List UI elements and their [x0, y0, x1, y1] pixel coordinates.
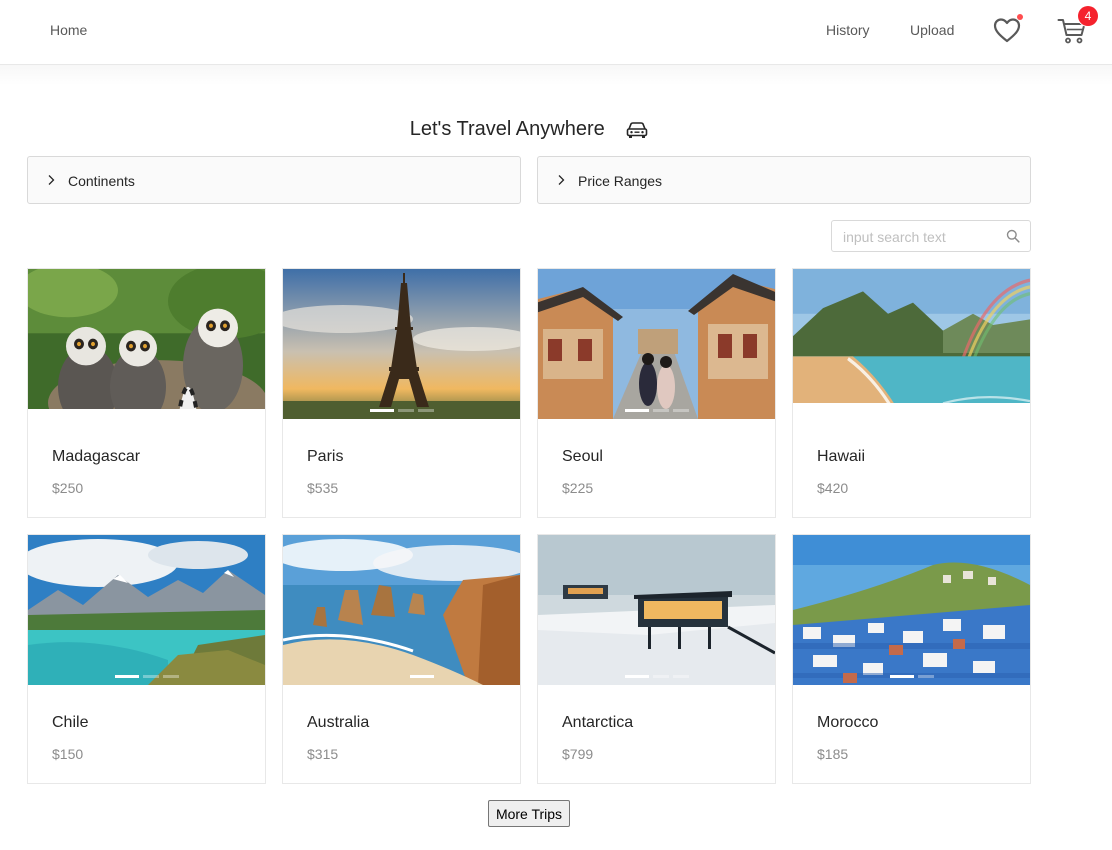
price-ranges-filter-label: Price Ranges [578, 173, 663, 189]
carousel-dot[interactable] [889, 675, 914, 678]
lemurs-image [28, 269, 265, 409]
trip-photo [538, 535, 775, 685]
cart-count-badge: 4 [1078, 6, 1098, 26]
top-navbar: Home History Upload 4 [0, 0, 1112, 65]
trip-name: Chile [52, 714, 89, 731]
carousel-dot[interactable] [672, 409, 689, 412]
trip-photo [538, 269, 775, 419]
carousel-dot[interactable] [652, 675, 669, 678]
trip-card-paris[interactable]: Paris $535 [282, 268, 521, 518]
continents-filter-panel[interactable]: Continents [27, 156, 521, 204]
carousel-dot[interactable] [917, 675, 934, 678]
carousel-dots [28, 675, 265, 679]
more-trips-button[interactable]: More Trips [488, 800, 570, 827]
chefchaouen-image [793, 535, 1030, 685]
nav-shadow [0, 65, 1112, 85]
carousel-dots [283, 409, 520, 413]
trip-name: Morocco [817, 714, 879, 731]
carousel-dots [538, 675, 775, 679]
search-input[interactable] [843, 227, 1003, 247]
trip-price: $225 [562, 480, 594, 496]
trip-card-chile[interactable]: Chile $150 [27, 534, 266, 784]
page-title: Let's Travel Anywhere [0, 118, 1058, 141]
carousel-dot[interactable] [652, 409, 669, 412]
nav-history-link[interactable]: History [826, 22, 870, 38]
carousel-dots [538, 409, 775, 413]
trip-card-seoul[interactable]: Seoul $225 [537, 268, 776, 518]
trip-name: Paris [307, 448, 344, 465]
trip-name: Seoul [562, 448, 603, 465]
trip-photo [28, 269, 265, 409]
carousel-dot[interactable] [624, 409, 649, 412]
page-title-text: Let's Travel Anywhere [409, 118, 605, 141]
carousel-dot[interactable] [162, 675, 179, 678]
trip-price: $420 [817, 480, 849, 496]
trip-card-morocco[interactable]: Morocco $185 [792, 534, 1031, 784]
carousel-dot[interactable] [410, 675, 434, 678]
trip-name: Hawaii [817, 448, 866, 465]
trip-price: $250 [52, 480, 84, 496]
carousel-dots [283, 675, 520, 679]
eiffel-tower-image [283, 269, 520, 419]
trip-price: $150 [52, 746, 84, 762]
beach-rainbow-image [793, 269, 1030, 403]
carousel-dot[interactable] [624, 675, 649, 678]
carousel-dot[interactable] [397, 409, 414, 412]
trip-photo [793, 269, 1030, 403]
trip-card-madagascar[interactable]: Madagascar $250 [27, 268, 266, 518]
chevron-right-icon [558, 175, 565, 185]
trip-photo [793, 535, 1030, 685]
carousel-dots [793, 675, 1030, 679]
trip-card-antarctica[interactable]: Antarctica $799 [537, 534, 776, 784]
trip-name: Australia [307, 714, 370, 731]
heart-icon[interactable] [993, 17, 1021, 43]
trip-price: $315 [307, 746, 339, 762]
antarctic-station-image [538, 535, 775, 685]
trip-price: $799 [562, 746, 594, 762]
carousel-dot[interactable] [369, 409, 394, 412]
price-ranges-filter-panel[interactable]: Price Ranges [537, 156, 1031, 204]
trip-price: $185 [817, 746, 849, 762]
trip-price: $535 [307, 480, 339, 496]
carousel-dot[interactable] [142, 675, 159, 678]
trip-name: Antarctica [562, 714, 634, 731]
carousel-dot[interactable] [114, 675, 139, 678]
chevron-right-icon [48, 175, 55, 185]
carousel-dot[interactable] [672, 675, 689, 678]
twelve-apostles-image [283, 535, 520, 685]
carousel-dot[interactable] [417, 409, 434, 412]
trip-photo [28, 535, 265, 685]
nav-upload-link[interactable]: Upload [910, 22, 954, 38]
wishlist-dot [1017, 14, 1023, 20]
search-box [831, 220, 1031, 252]
trip-photo [283, 269, 520, 419]
trip-card-hawaii[interactable]: Hawaii $420 [792, 268, 1031, 518]
trip-card-australia[interactable]: Australia $315 [282, 534, 521, 784]
nav-home-link[interactable]: Home [50, 22, 87, 38]
trip-name: Madagascar [52, 448, 141, 465]
car-icon [626, 121, 648, 138]
trip-photo [283, 535, 520, 685]
patagonia-lake-image [28, 535, 265, 685]
continents-filter-label: Continents [68, 173, 135, 189]
hanok-village-image [538, 269, 775, 419]
search-icon[interactable] [1006, 229, 1020, 243]
